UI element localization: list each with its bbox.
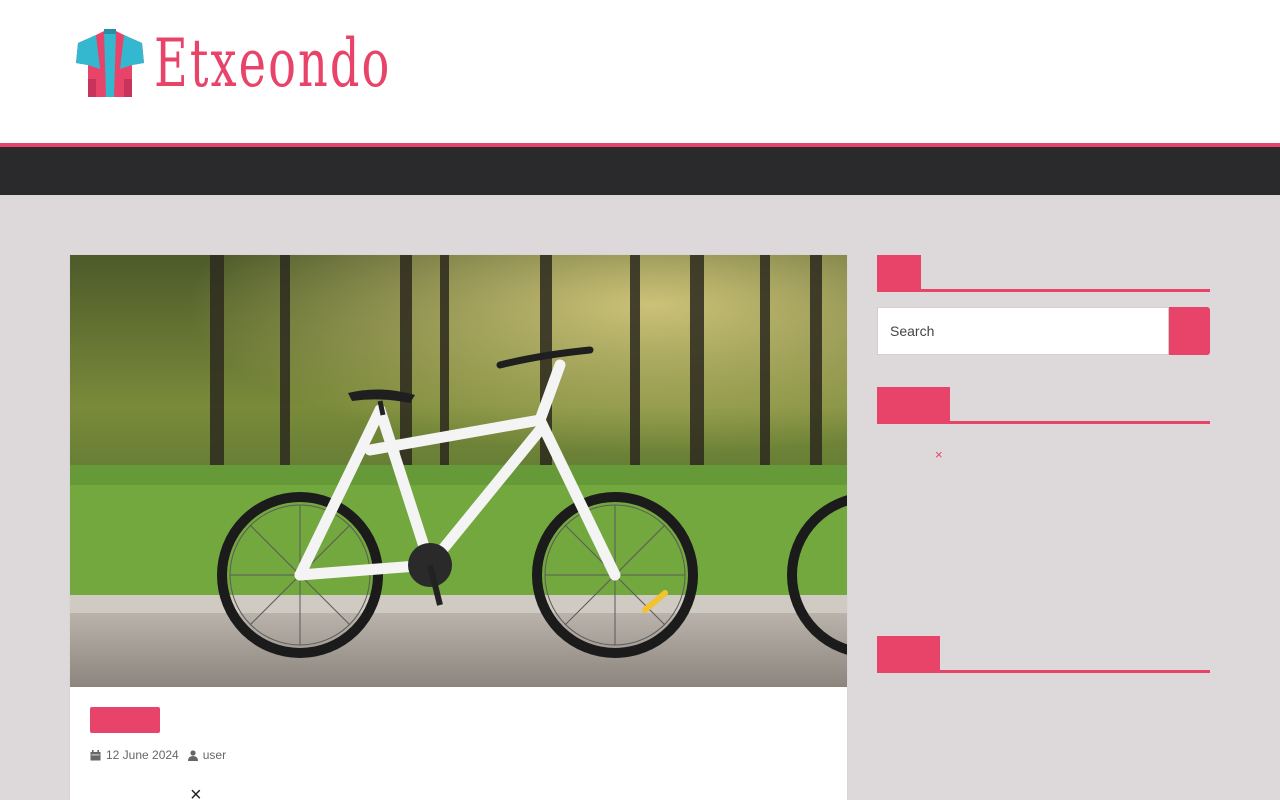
site-title: Etxeondo — [154, 25, 392, 102]
search-form — [877, 307, 1210, 355]
post-date-text: 12 June 2024 — [106, 748, 179, 762]
widget-title-3 — [877, 636, 940, 672]
post-author-text: user — [202, 748, 227, 762]
post-meta: 12 June 2024 user — [90, 748, 235, 762]
widget-title-2-underline — [877, 421, 1210, 424]
category-badge[interactable] — [90, 707, 160, 733]
search-widget-title-underline — [877, 289, 1210, 292]
search-widget-title — [877, 255, 921, 291]
post-card: 12 June 2024 user × — [69, 254, 848, 800]
jersey-logo-icon — [76, 29, 144, 97]
site-header: Etxeondo — [0, 0, 1280, 143]
calendar-icon — [90, 749, 101, 760]
post-featured-image[interactable] — [70, 255, 847, 687]
bicycle-photo — [70, 255, 847, 687]
close-icon[interactable]: × — [190, 785, 202, 800]
search-button[interactable] — [1169, 307, 1210, 355]
widget-title-2 — [877, 387, 950, 423]
main-navigation — [0, 143, 1280, 195]
post-date[interactable]: 12 June 2024 — [90, 748, 179, 762]
close-icon[interactable]: × — [935, 448, 943, 462]
post-author[interactable]: user — [187, 748, 227, 762]
search-input[interactable] — [877, 307, 1169, 355]
user-icon — [187, 749, 198, 761]
widget-title-3-underline — [877, 670, 1210, 673]
site-logo[interactable]: Etxeondo — [74, 26, 493, 102]
